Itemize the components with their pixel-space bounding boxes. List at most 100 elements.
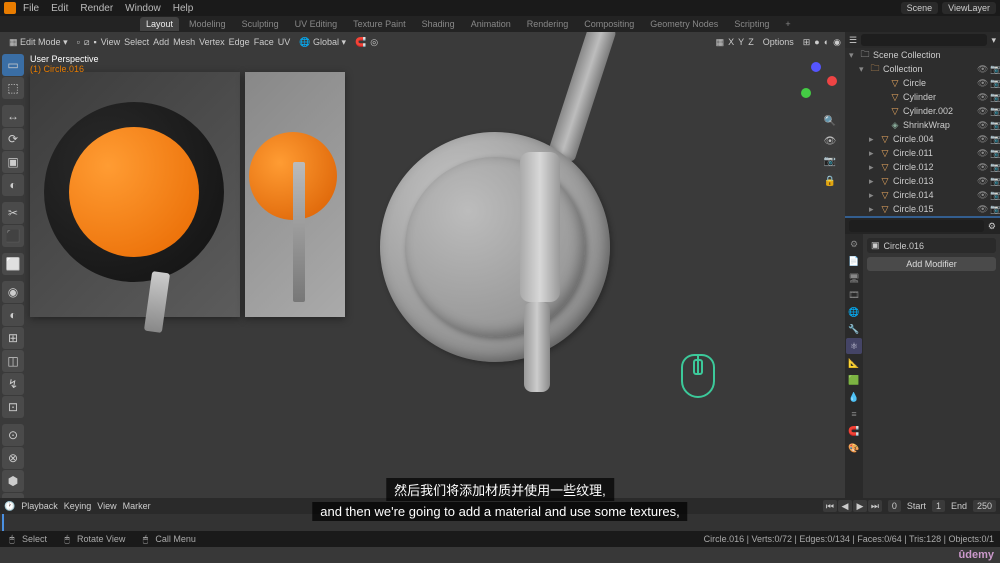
render-icon[interactable]: 📷: [990, 204, 1000, 215]
menu-render[interactable]: Render: [75, 3, 118, 14]
visibility-icon[interactable]: 👁: [977, 120, 987, 131]
tool-add-cube[interactable]: ⬜: [2, 253, 24, 275]
current-frame-field[interactable]: 0: [888, 500, 901, 512]
tool-annotate[interactable]: ✂: [2, 202, 24, 224]
outliner-filter-input[interactable]: [849, 220, 984, 232]
expand-icon[interactable]: ▾: [849, 50, 857, 61]
render-icon[interactable]: 📷: [990, 190, 1000, 201]
menu-file[interactable]: File: [18, 3, 44, 14]
tree-item[interactable]: ▸▽Circle.013👁📷: [845, 174, 1000, 188]
tab-shading[interactable]: Shading: [416, 19, 461, 29]
options-dropdown[interactable]: Options: [758, 36, 799, 48]
3d-viewport[interactable]: ▦ Edit Mode ▾ ▫ ⧄ ▪ View Select Add Mesh…: [0, 32, 845, 498]
vp-menu-view[interactable]: View: [101, 37, 120, 47]
tree-item[interactable]: ▽Cylinder.002👁📷: [845, 104, 1000, 118]
tl-menu-view[interactable]: View: [97, 501, 116, 511]
outliner-editor-icon[interactable]: ☰: [849, 35, 857, 46]
menu-help[interactable]: Help: [168, 3, 199, 14]
tree-item[interactable]: ▸▽Circle.012👁📷: [845, 160, 1000, 174]
tool-transform[interactable]: ◐: [2, 174, 24, 196]
face-select-icon[interactable]: ▪: [94, 37, 97, 47]
vp-menu-vertex[interactable]: Vertex: [199, 37, 225, 47]
jump-end-button[interactable]: ⏭: [868, 500, 882, 512]
tab-sculpting[interactable]: Sculpting: [236, 19, 285, 29]
viewlayer-selector[interactable]: ViewLayer: [942, 2, 996, 14]
tab-modeling[interactable]: Modeling: [183, 19, 232, 29]
timeline-editor-icon[interactable]: 🕐: [4, 501, 15, 512]
axis-x-button[interactable]: X: [728, 37, 734, 47]
ptab-viewlayer[interactable]: 🖥: [846, 270, 862, 286]
zoom-icon[interactable]: 🔍: [821, 112, 839, 130]
ptab-physics[interactable]: 🟩: [846, 372, 862, 388]
gizmo-y-axis[interactable]: [801, 88, 811, 98]
render-icon[interactable]: 📷: [990, 134, 1000, 145]
render-icon[interactable]: 📷: [990, 64, 1000, 75]
ptab-render[interactable]: ⚙: [846, 236, 862, 252]
vp-menu-uv[interactable]: UV: [278, 37, 291, 47]
xray-toggle[interactable]: ▦: [716, 37, 725, 48]
shading-rendered-icon[interactable]: ◉: [833, 37, 841, 48]
visibility-icon[interactable]: 👁: [977, 106, 987, 117]
play-reverse-button[interactable]: ◀: [838, 500, 852, 512]
edge-select-icon[interactable]: ⧄: [84, 37, 90, 48]
expand-icon[interactable]: ▸: [869, 176, 877, 187]
perspective-toggle-icon[interactable]: 🔒: [821, 172, 839, 190]
vp-menu-mesh[interactable]: Mesh: [173, 37, 195, 47]
tab-uv-editing[interactable]: UV Editing: [289, 19, 344, 29]
visibility-icon[interactable]: 👁: [977, 162, 987, 173]
jump-start-button[interactable]: ⏮: [823, 500, 837, 512]
tool-poly-build[interactable]: ⊡: [2, 396, 24, 418]
visibility-icon[interactable]: 👁: [977, 148, 987, 159]
tool-edge-slide[interactable]: ⬢: [2, 470, 24, 492]
tool-cursor[interactable]: ⬚: [2, 77, 24, 99]
tool-extrude[interactable]: ◉: [2, 281, 24, 303]
tl-menu-keying[interactable]: Keying: [64, 501, 92, 511]
render-icon[interactable]: 📷: [990, 176, 1000, 187]
tool-knife[interactable]: ↯: [2, 373, 24, 395]
reference-image-2[interactable]: [245, 72, 345, 317]
vp-menu-face[interactable]: Face: [254, 37, 274, 47]
ptab-object[interactable]: 🔧: [846, 321, 862, 337]
orientation-dropdown[interactable]: 🌐 Global ▾: [294, 36, 351, 49]
visibility-icon[interactable]: 👁: [977, 92, 987, 103]
tree-item[interactable]: ▽Cylinder👁📷: [845, 90, 1000, 104]
add-modifier-button[interactable]: Add Modifier: [867, 257, 996, 271]
scene-selector[interactable]: Scene: [901, 2, 939, 14]
filter-icon[interactable]: ⚙: [988, 221, 996, 232]
vp-menu-select[interactable]: Select: [124, 37, 149, 47]
expand-icon[interactable]: ▸: [869, 148, 877, 159]
shading-solid-icon[interactable]: ●: [814, 37, 819, 47]
axis-z-button[interactable]: Z: [748, 37, 754, 47]
tab-layout[interactable]: Layout: [140, 17, 179, 31]
menu-window[interactable]: Window: [120, 3, 166, 14]
visibility-icon[interactable]: 👁: [977, 204, 987, 215]
expand-icon[interactable]: ▸: [869, 162, 877, 173]
proportional-edit-toggle[interactable]: ◎: [370, 37, 378, 48]
ptab-particles[interactable]: 📐: [846, 355, 862, 371]
tool-loop-cut[interactable]: ◫: [2, 350, 24, 372]
vp-menu-edge[interactable]: Edge: [229, 37, 250, 47]
3d-model[interactable]: [360, 92, 680, 412]
visibility-icon[interactable]: 👁: [977, 190, 987, 201]
expand-icon[interactable]: ▸: [869, 190, 877, 201]
tree-item[interactable]: ◈ShrinkWrap👁📷: [845, 118, 1000, 132]
tool-inset[interactable]: ◐: [2, 304, 24, 326]
tool-shrink[interactable]: ◍: [2, 493, 24, 498]
ptab-world[interactable]: 🌐: [846, 304, 862, 320]
end-frame-field[interactable]: 250: [973, 500, 996, 512]
tool-move[interactable]: ↔: [2, 105, 24, 127]
menu-edit[interactable]: Edit: [46, 3, 73, 14]
start-frame-field[interactable]: 1: [932, 500, 945, 512]
render-icon[interactable]: 📷: [990, 162, 1000, 173]
ptab-data[interactable]: ≡: [846, 406, 862, 422]
outliner-search-input[interactable]: [861, 34, 987, 46]
ptab-material[interactable]: 🧲: [846, 423, 862, 439]
filter-icon[interactable]: ▾: [991, 35, 996, 46]
render-icon[interactable]: 📷: [990, 106, 1000, 117]
tab-rendering[interactable]: Rendering: [521, 19, 575, 29]
tab-compositing[interactable]: Compositing: [578, 19, 640, 29]
snap-toggle[interactable]: 🧲: [355, 37, 366, 48]
tree-scene-collection[interactable]: ▾ 🗀 Scene Collection: [845, 48, 1000, 62]
tree-collection[interactable]: ▾ 🗀 Collection 👁 📷: [845, 62, 1000, 76]
tab-texture-paint[interactable]: Texture Paint: [347, 19, 412, 29]
